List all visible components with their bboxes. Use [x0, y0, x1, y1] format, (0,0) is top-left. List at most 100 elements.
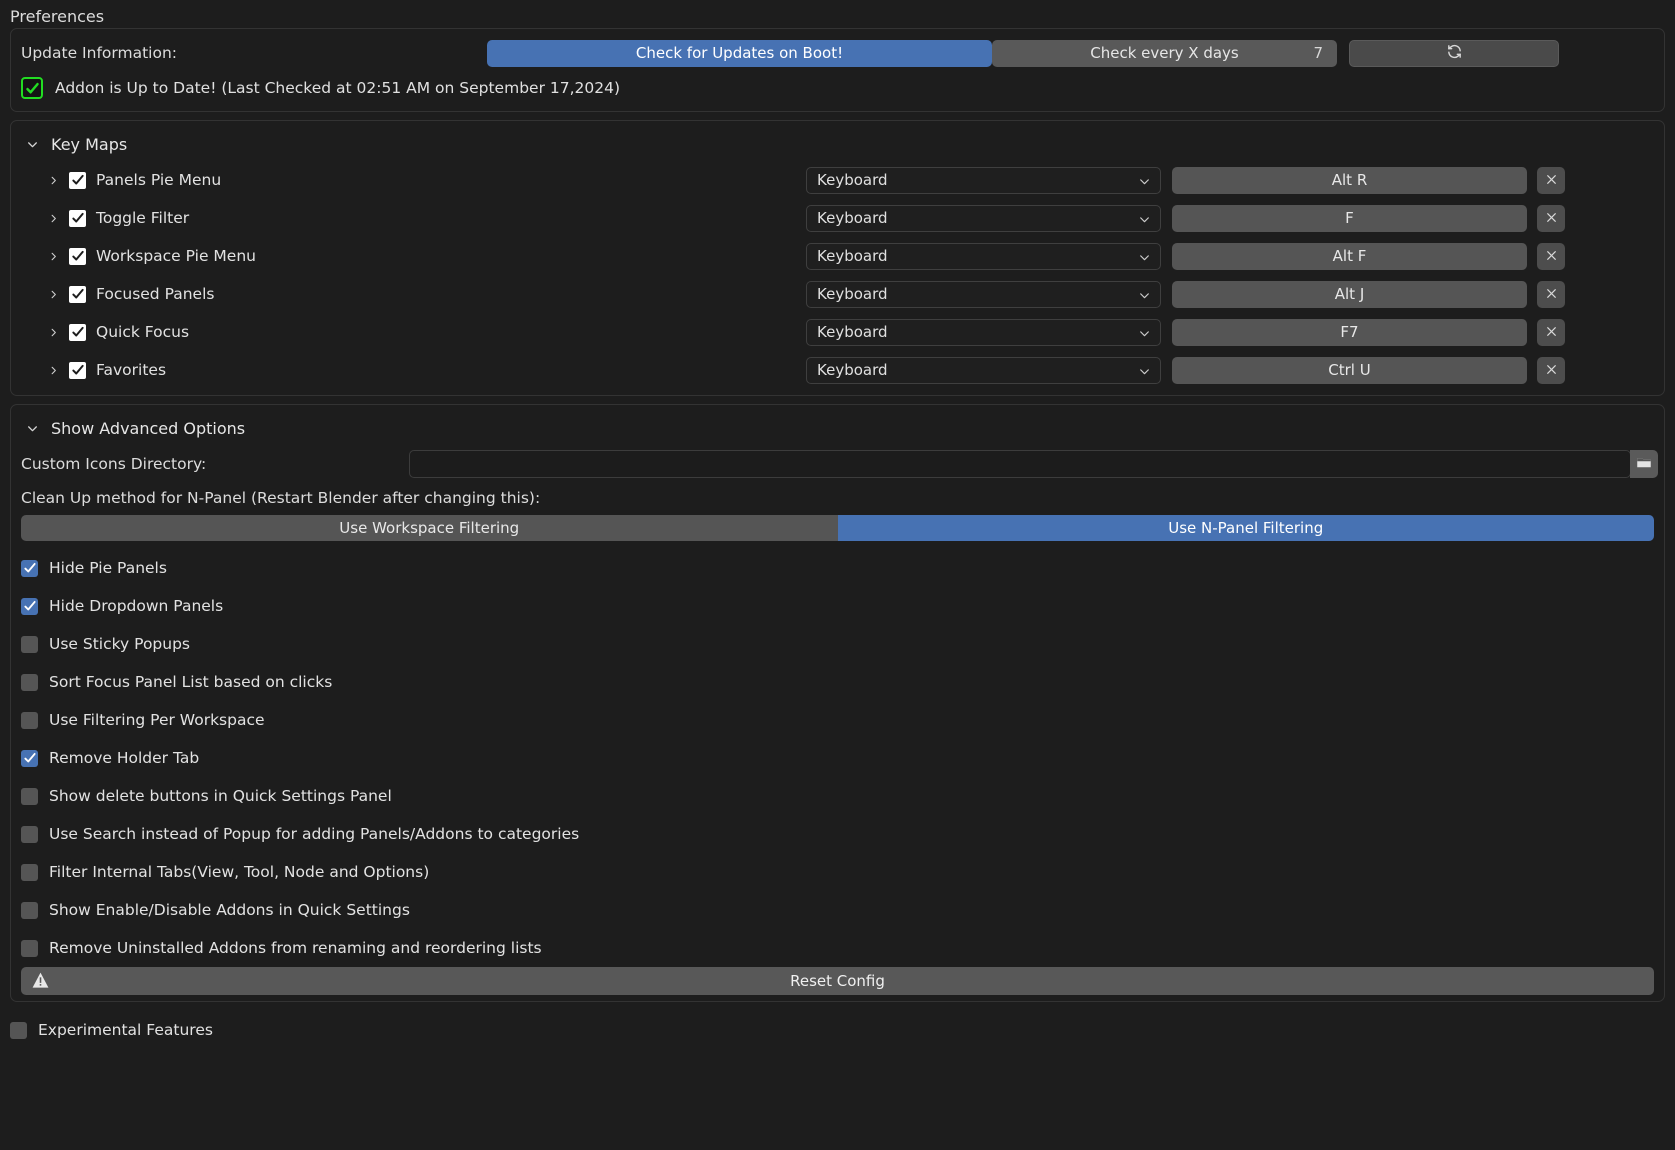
key-map-shortcut-value: Ctrl U [1328, 361, 1371, 379]
key-map-label: Toggle Filter [96, 209, 190, 227]
experimental-features-row[interactable]: Experimental Features [0, 1010, 1675, 1050]
key-map-remove-button[interactable] [1537, 204, 1565, 232]
chevron-right-icon[interactable] [43, 322, 63, 342]
chevron-down-icon [1138, 250, 1151, 268]
key-map-device-value: Keyboard [817, 323, 888, 341]
key-map-row: Panels Pie Menu Keyboard Alt R [11, 161, 1664, 199]
option-row[interactable]: Hide Pie Panels [11, 549, 1664, 587]
refresh-updates-button[interactable] [1349, 39, 1559, 67]
option-label: Remove Holder Tab [49, 749, 200, 767]
chevron-right-icon[interactable] [43, 284, 63, 304]
key-map-shortcut-field[interactable]: Alt R [1172, 166, 1527, 194]
key-map-enabled-checkbox[interactable] [69, 285, 86, 303]
warning-icon [31, 971, 50, 994]
check-every-x-days-value: 7 [1313, 44, 1323, 62]
cleanup-method-note: Clean Up method for N-Panel (Restart Ble… [21, 489, 541, 507]
check-for-updates-on-boot-label: Check for Updates on Boot! [635, 44, 844, 62]
option-row[interactable]: Use Sticky Popups [11, 625, 1664, 663]
option-checkbox[interactable] [21, 749, 38, 767]
key-map-device-select[interactable]: Keyboard [806, 356, 1161, 384]
check-for-updates-on-boot-button[interactable]: Check for Updates on Boot! [487, 39, 992, 67]
chevron-right-icon[interactable] [43, 360, 63, 380]
advanced-options-section-label: Show Advanced Options [51, 418, 246, 438]
key-map-shortcut-field[interactable]: Ctrl U [1172, 356, 1527, 384]
option-row[interactable]: Use Search instead of Popup for adding P… [11, 815, 1664, 853]
key-map-shortcut-value: Alt F [1332, 247, 1367, 265]
option-row[interactable]: Remove Holder Tab [11, 739, 1664, 777]
refresh-icon [1446, 43, 1463, 64]
option-checkbox[interactable] [21, 635, 38, 653]
key-map-shortcut-field[interactable]: Alt J [1172, 280, 1527, 308]
option-checkbox[interactable] [21, 559, 38, 577]
experimental-features-label: Experimental Features [38, 1021, 213, 1039]
green-check-icon [21, 77, 43, 99]
key-map-remove-button[interactable] [1537, 318, 1565, 346]
chevron-down-icon [21, 417, 43, 439]
chevron-right-icon[interactable] [43, 170, 63, 190]
key-map-device-select[interactable]: Keyboard [806, 204, 1161, 232]
option-row[interactable]: Hide Dropdown Panels [11, 587, 1664, 625]
key-map-label: Favorites [96, 361, 167, 379]
option-checkbox[interactable] [21, 825, 38, 843]
key-map-enabled-checkbox[interactable] [69, 361, 86, 379]
key-map-remove-button[interactable] [1537, 166, 1565, 194]
option-checkbox[interactable] [21, 901, 38, 919]
reset-config-button[interactable]: Reset Config [21, 967, 1654, 995]
option-row[interactable]: Remove Uninstalled Addons from renaming … [11, 929, 1664, 967]
option-row[interactable]: Show Enable/Disable Addons in Quick Sett… [11, 891, 1664, 929]
key-map-shortcut-value: F [1345, 209, 1354, 227]
option-checkbox[interactable] [21, 787, 38, 805]
key-map-remove-button[interactable] [1537, 280, 1565, 308]
option-checkbox[interactable] [21, 711, 38, 729]
key-map-device-select[interactable]: Keyboard [806, 280, 1161, 308]
option-row[interactable]: Use Filtering Per Workspace [11, 701, 1664, 739]
option-row[interactable]: Filter Internal Tabs(View, Tool, Node an… [11, 853, 1664, 891]
key-map-label: Workspace Pie Menu [96, 247, 256, 265]
key-map-enabled-checkbox[interactable] [69, 323, 86, 341]
option-checkbox[interactable] [21, 597, 38, 615]
key-map-remove-button[interactable] [1537, 242, 1565, 270]
advanced-options-section-header[interactable]: Show Advanced Options [11, 411, 1664, 445]
option-row[interactable]: Sort Focus Panel List based on clicks [11, 663, 1664, 701]
custom-icons-directory-label: Custom Icons Directory: [21, 455, 207, 473]
key-map-left: Quick Focus [21, 322, 806, 342]
custom-icons-directory-input[interactable] [409, 450, 1631, 478]
key-map-enabled-checkbox[interactable] [69, 247, 86, 265]
option-checkbox[interactable] [21, 939, 38, 957]
key-maps-section-label: Key Maps [51, 134, 128, 154]
option-checkbox[interactable] [21, 863, 38, 881]
browse-folder-button[interactable] [1630, 450, 1658, 478]
key-map-enabled-checkbox[interactable] [69, 209, 86, 227]
option-row[interactable]: Show delete buttons in Quick Settings Pa… [11, 777, 1664, 815]
cleanup-method-toggle-group: Use Workspace Filtering Use N-Panel Filt… [11, 515, 1664, 543]
key-map-shortcut-field[interactable]: Alt F [1172, 242, 1527, 270]
experimental-features-checkbox[interactable] [10, 1021, 27, 1039]
key-map-shortcut-field[interactable]: F7 [1172, 318, 1527, 346]
key-map-device-select[interactable]: Keyboard [806, 242, 1161, 270]
close-icon [1545, 323, 1558, 342]
option-label: Use Sticky Popups [49, 635, 191, 653]
key-map-remove-button[interactable] [1537, 356, 1565, 384]
advanced-options-panel: Show Advanced Options Custom Icons Direc… [10, 404, 1665, 1002]
reset-config-wrapper: Reset Config [11, 967, 1664, 995]
key-map-shortcut-value: Alt J [1334, 285, 1365, 303]
chevron-right-icon[interactable] [43, 246, 63, 266]
chevron-down-icon [1138, 288, 1151, 306]
key-map-device-value: Keyboard [817, 209, 888, 227]
key-map-row: Quick Focus Keyboard F7 [11, 313, 1664, 351]
use-workspace-filtering-button[interactable]: Use Workspace Filtering [21, 515, 838, 541]
key-map-enabled-checkbox[interactable] [69, 171, 86, 189]
advanced-options-list: Hide Pie Panels Hide Dropdown Panels Use S… [11, 549, 1664, 967]
option-label: Use Filtering Per Workspace [49, 711, 265, 729]
option-label: Use Search instead of Popup for adding P… [49, 825, 580, 843]
key-map-device-select[interactable]: Keyboard [806, 318, 1161, 346]
key-map-shortcut-field[interactable]: F [1172, 204, 1527, 232]
chevron-right-icon[interactable] [43, 208, 63, 228]
key-map-device-select[interactable]: Keyboard [806, 166, 1161, 194]
use-n-panel-filtering-button[interactable]: Use N-Panel Filtering [837, 515, 1654, 541]
option-checkbox[interactable] [21, 673, 38, 691]
key-maps-section-header[interactable]: Key Maps [11, 127, 1664, 161]
close-icon [1545, 285, 1558, 304]
check-every-x-days-field[interactable]: Check every X days 7 [992, 39, 1337, 67]
chevron-down-icon [1138, 212, 1151, 230]
